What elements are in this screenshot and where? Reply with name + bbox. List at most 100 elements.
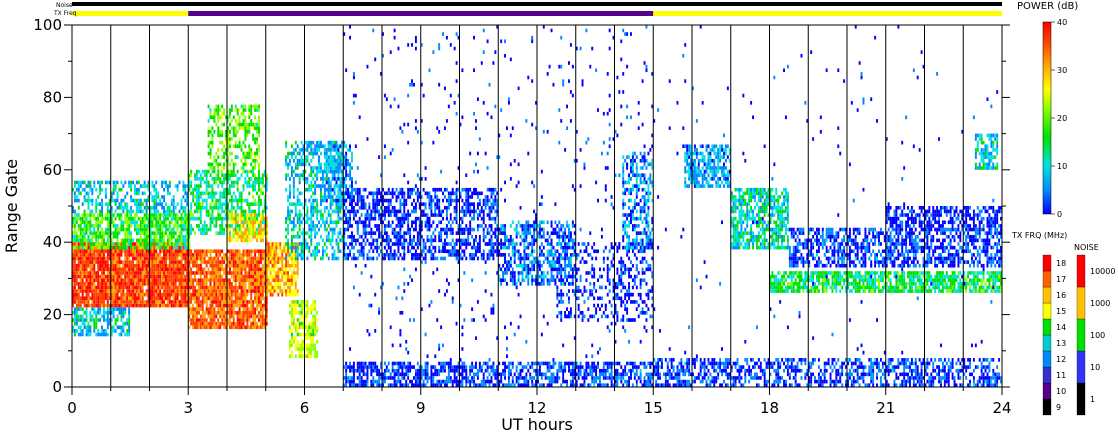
- echo-cell: [101, 216, 103, 221]
- echo-cell: [203, 253, 206, 257]
- echo-cell: [244, 318, 247, 322]
- echo-cell: [250, 119, 253, 123]
- echo-cell: [75, 292, 78, 297]
- echo-cell: [205, 310, 208, 315]
- echo-cell: [321, 184, 324, 188]
- echo-cell: [246, 216, 249, 221]
- echo-cell: [246, 173, 249, 178]
- echo-cell: [248, 318, 251, 322]
- echo-cell: [347, 253, 350, 257]
- echo-cell: [170, 303, 173, 308]
- echo-cell: [397, 245, 400, 250]
- echo-cell: [219, 300, 222, 304]
- echo-cell: [93, 307, 96, 311]
- echo-cell: [89, 220, 92, 225]
- echo-cell: [285, 274, 288, 279]
- echo-cell: [259, 227, 262, 232]
- echo-cell: [184, 187, 187, 192]
- echo-cell: [178, 292, 181, 297]
- echo-cell: [387, 213, 390, 217]
- echo-cell: [106, 271, 109, 275]
- echo-cell: [294, 224, 297, 228]
- echo-cell: [248, 177, 251, 181]
- echo-cell: [234, 267, 237, 272]
- echo-cell: [312, 151, 315, 156]
- echo-cell: [250, 162, 253, 167]
- echo-cell: [182, 289, 185, 293]
- echo-cell: [155, 267, 158, 272]
- echo-cell: [205, 253, 208, 257]
- echo-cell: [337, 220, 340, 225]
- echo-cell: [316, 245, 319, 250]
- echo-cell: [157, 213, 160, 217]
- echo-cell: [256, 216, 258, 221]
- echo-cell: [126, 256, 129, 261]
- echo-cell: [126, 278, 129, 283]
- echo-cell: [259, 307, 262, 311]
- echo-cell: [184, 274, 187, 279]
- echo-cell: [168, 263, 171, 268]
- echo-cell: [161, 296, 164, 301]
- echo-cell: [130, 300, 133, 304]
- echo-cell: [337, 216, 340, 221]
- echo-cell: [79, 296, 82, 301]
- echo-cell: [308, 198, 311, 203]
- echo-cell: [314, 321, 317, 326]
- echo-cell: [256, 213, 258, 217]
- echo-cell: [93, 213, 96, 217]
- echo-cell: [242, 108, 245, 112]
- echo-cell: [234, 321, 237, 326]
- echo-cell: [254, 231, 257, 235]
- echo-cell: [213, 318, 216, 322]
- echo-cell: [155, 213, 158, 217]
- echo-cell: [145, 213, 148, 217]
- echo-cell: [275, 242, 278, 246]
- echo-cell: [182, 282, 185, 286]
- echo-cell: [232, 256, 235, 261]
- echo-cell: [203, 267, 206, 272]
- echo-cell: [310, 213, 313, 217]
- echo-cell: [232, 289, 235, 293]
- echo-cell: [112, 242, 115, 246]
- echo-cell: [368, 202, 371, 206]
- echo-cell: [207, 104, 210, 109]
- echo-cell: [73, 234, 76, 239]
- echo-cell: [215, 289, 218, 293]
- echo-cell: [320, 202, 322, 206]
- echo-cell: [387, 242, 390, 246]
- echo-cell: [161, 231, 164, 235]
- echo-cell: [97, 202, 100, 206]
- echo-cell: [163, 180, 165, 185]
- echo-cell: [296, 256, 299, 261]
- echo-cell: [240, 253, 243, 257]
- echo-cell: [221, 296, 224, 301]
- echo-cell: [289, 253, 291, 257]
- echo-cell: [194, 184, 196, 188]
- echo-cell: [248, 249, 251, 254]
- echo-cell: [199, 263, 202, 268]
- echo-cell: [349, 216, 351, 221]
- echo-cell: [205, 187, 208, 192]
- echo-cell: [242, 267, 245, 272]
- echo-cell: [351, 198, 353, 203]
- echo-cell: [190, 209, 193, 214]
- echo-cell: [223, 278, 226, 283]
- echo-cell: [256, 274, 258, 279]
- echo-cell: [112, 198, 115, 203]
- echo-cell: [215, 231, 218, 235]
- echo-cell: [128, 213, 131, 217]
- echo-cell: [91, 213, 94, 217]
- echo-cell: [166, 242, 169, 246]
- echo-cell: [130, 282, 133, 286]
- echo-cell: [296, 249, 299, 254]
- echo-cell: [196, 292, 198, 297]
- echo-cell: [256, 231, 258, 235]
- echo-cell: [194, 173, 196, 178]
- echo-cell: [79, 314, 82, 319]
- echo-cell: [351, 158, 353, 163]
- echo-cell: [130, 267, 133, 272]
- echo-cell: [230, 292, 233, 297]
- echo-cell: [246, 180, 249, 185]
- echo-cell: [199, 314, 202, 319]
- echo-cell: [159, 220, 162, 225]
